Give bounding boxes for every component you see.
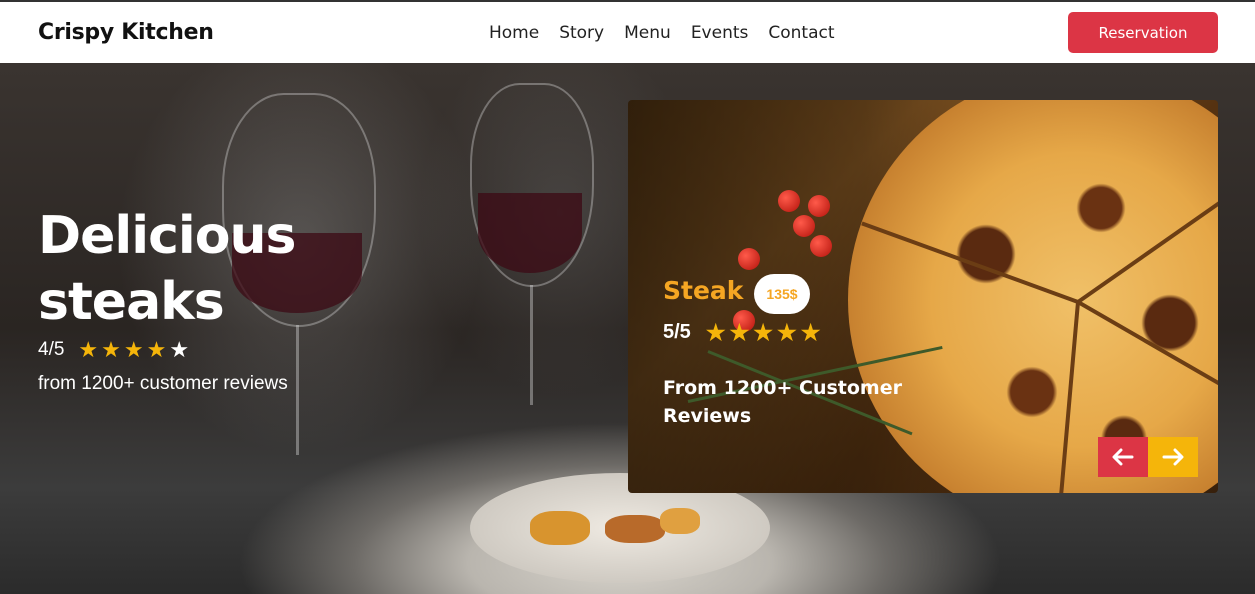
star-icon: ★ — [777, 319, 797, 345]
card-rating-text: 5/5 — [663, 321, 691, 343]
tomato — [738, 248, 760, 270]
card-title: Steak — [663, 276, 744, 305]
star-icon: ★ — [753, 319, 774, 345]
nav-link-home[interactable]: Home — [489, 23, 539, 43]
star-icon: ★ — [146, 337, 167, 362]
hero-title: Delicious steaks — [38, 206, 296, 332]
nav-link-contact[interactable]: Contact — [768, 23, 834, 43]
nav-links: Home Story Menu Events Contact — [489, 23, 855, 43]
star-icon: ★ — [169, 337, 190, 362]
reservation-button[interactable]: Reservation — [1068, 12, 1218, 53]
tomato — [778, 190, 800, 212]
arrow-left-icon — [1112, 448, 1134, 466]
card-rating: 5/5 ★ ★ ★ ★ ★ — [663, 321, 824, 344]
hero-rating-text: 4/5 — [38, 339, 65, 360]
glass-stem-right — [530, 285, 533, 405]
nav-link-menu[interactable]: Menu — [624, 23, 671, 43]
star-icon: ★ — [123, 337, 144, 362]
hero-stars: ★ ★ ★ ★ ★ — [78, 339, 192, 361]
featured-dish-card: Steak 135$ 5/5 ★ ★ ★ ★ ★ From 1200+ Cust… — [628, 100, 1218, 493]
glass-stem-left — [296, 325, 299, 455]
tomato — [793, 215, 815, 237]
hero-rating: 4/5 ★ ★ ★ ★ ★ — [38, 339, 192, 361]
carousel-prev-button[interactable] — [1098, 437, 1148, 477]
price-badge: 135$ — [754, 274, 810, 314]
brand-logo[interactable]: Crispy Kitchen — [38, 20, 214, 45]
star-icon: ★ — [78, 337, 99, 362]
card-reviews: From 1200+ Customer Reviews — [663, 377, 902, 427]
arrow-right-icon — [1162, 448, 1184, 466]
star-icon: ★ — [729, 319, 750, 345]
food-bite-1 — [530, 511, 590, 545]
carousel-next-button[interactable] — [1148, 437, 1198, 477]
hero-section: Delicious steaks 4/5 ★ ★ ★ ★ ★ from 1200… — [0, 63, 1255, 594]
hero-reviews: from 1200+ customer reviews — [38, 373, 288, 394]
food-bite-3 — [660, 508, 700, 534]
wine-right — [478, 193, 582, 273]
star-icon: ★ — [800, 319, 821, 345]
tomato — [808, 195, 830, 217]
nav-link-story[interactable]: Story — [559, 23, 604, 43]
food-bite-2 — [605, 515, 665, 543]
star-icon: ★ — [101, 337, 121, 362]
card-stars: ★ ★ ★ ★ ★ — [705, 319, 825, 345]
nav-link-events[interactable]: Events — [691, 23, 749, 43]
navbar: Crispy Kitchen Home Story Menu Events Co… — [0, 2, 1255, 63]
pizza-image — [848, 100, 1218, 493]
star-icon: ★ — [705, 319, 726, 345]
tomato — [810, 235, 832, 257]
